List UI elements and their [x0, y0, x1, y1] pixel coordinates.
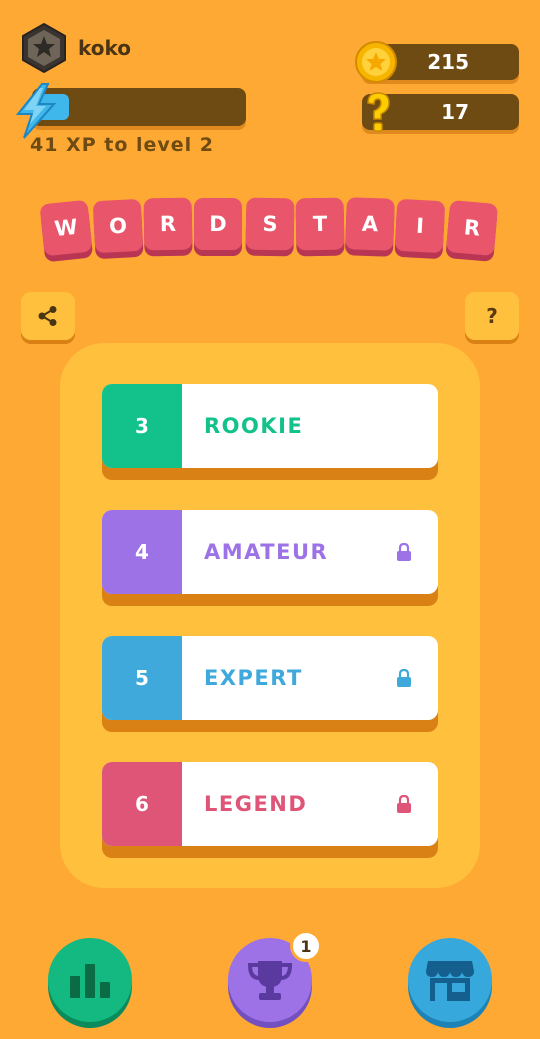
avatar[interactable]: [20, 22, 68, 74]
level-name: AMATEUR: [204, 540, 329, 564]
star-badge-icon: [22, 22, 66, 74]
title-letter-tile: S: [245, 197, 295, 251]
game-title: WORDSTAIR: [38, 196, 502, 260]
level-number: 5: [102, 636, 182, 720]
trophy-icon: [247, 961, 293, 1000]
bar-chart-icon: [70, 964, 110, 998]
level-number: 4: [102, 510, 182, 594]
level-number: 3: [102, 384, 182, 468]
title-letter-tile: D: [194, 198, 242, 250]
shop-button[interactable]: [408, 938, 492, 1022]
level-button-amateur[interactable]: 4 AMATEUR: [102, 510, 438, 594]
level-number: 6: [102, 762, 182, 846]
xp-progress-bar: [32, 88, 246, 126]
title-letter-tile: A: [345, 197, 395, 251]
username: koko: [78, 36, 132, 60]
lock-icon: [397, 795, 411, 813]
trophy-badge: 1: [290, 930, 322, 962]
coin-star-icon: [355, 41, 397, 83]
hints-value: 17: [441, 100, 469, 124]
store-icon: [426, 961, 474, 1001]
level-name: EXPERT: [204, 666, 303, 690]
title-letter-tile: T: [295, 197, 345, 251]
level-name: ROOKIE: [204, 414, 304, 438]
title-letter-tile: W: [39, 199, 93, 257]
lock-icon: [397, 543, 411, 561]
title-letter-tile: I: [394, 198, 446, 254]
title-letter-tile: O: [92, 198, 144, 254]
level-button-legend[interactable]: 6 LEGEND: [102, 762, 438, 846]
lock-icon: [397, 669, 411, 687]
xp-to-next-level: 41 XP to level 2: [30, 134, 215, 156]
help-button[interactable]: ?: [465, 292, 519, 340]
stats-button[interactable]: [48, 938, 132, 1022]
share-button[interactable]: [21, 292, 75, 340]
share-icon: [38, 306, 57, 326]
lightning-bolt-icon: [15, 83, 57, 139]
question-mark-icon: [367, 92, 390, 132]
level-button-rookie[interactable]: 3 ROOKIE: [102, 384, 438, 468]
level-button-expert[interactable]: 5 EXPERT: [102, 636, 438, 720]
level-name: LEGEND: [204, 792, 308, 816]
title-letter-tile: R: [143, 197, 193, 251]
title-letter-tile: R: [445, 200, 499, 256]
coins-value: 215: [427, 50, 469, 74]
help-label: ?: [486, 304, 498, 328]
